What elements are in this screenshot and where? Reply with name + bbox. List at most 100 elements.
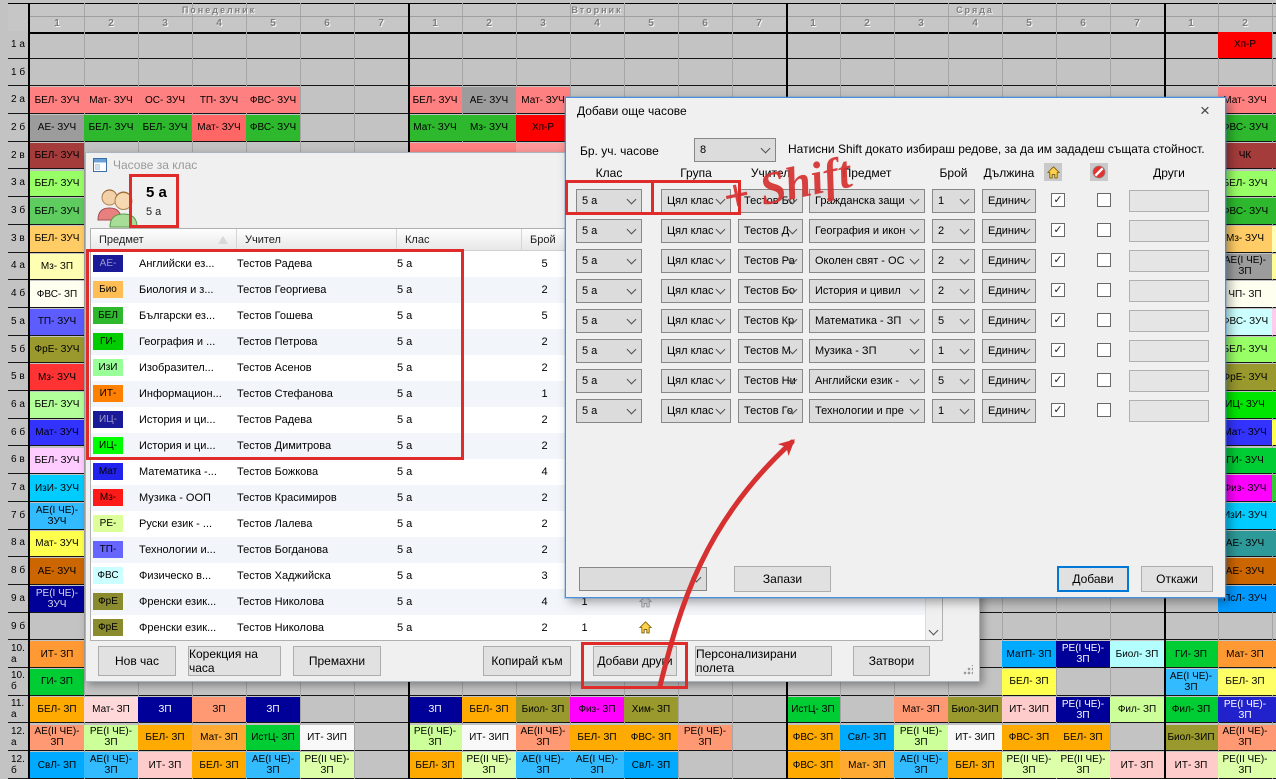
timetable-cell[interactable]: Мз- ЗУЧ [30,364,84,390]
timetable-cell[interactable]: ИТ- ЗИП [300,725,354,751]
timetable-cell[interactable]: РЕ(I ЧЕ)-ЗУЧ [30,586,84,612]
home-checkbox[interactable]: ✓ [1051,223,1065,237]
subject-select[interactable]: Музика - ЗП [809,339,925,363]
custom-fields-button[interactable]: Персонализирани полета [695,646,832,676]
subject-select[interactable]: Английски език - [809,369,925,393]
length-select[interactable]: Единич [982,369,1036,393]
timetable-cell[interactable]: ИстЦ- ЗП [786,697,840,723]
timetable-cell[interactable]: АЕ(II ЧЕ)-ЗП [1218,725,1272,751]
blocked-checkbox[interactable] [1097,223,1111,237]
other-input[interactable] [1129,340,1209,362]
hours-count-select[interactable]: 8 [694,138,776,162]
subject-select[interactable]: Гражданска защи [809,189,925,213]
teacher-select[interactable]: Тестов Ни [738,369,803,393]
close-button[interactable]: Затвори [853,646,930,676]
timetable-cell[interactable]: Мат- ЗУЧ [30,420,84,446]
length-select[interactable]: Единич [982,189,1036,213]
timetable-cell[interactable]: ФВС- ЗУЧ [246,115,300,141]
length-select[interactable]: Единич [982,309,1036,333]
timetable-cell[interactable]: ФВС- ЗП [786,752,840,778]
length-select[interactable]: Единич [982,219,1036,243]
timetable-cell[interactable]: АЕ(II ЧЕ)-ЗП [30,725,84,751]
timetable-cell[interactable]: РЕ(II ЧЕ)-ЗП [300,752,354,778]
timetable-cell[interactable] [1272,143,1276,169]
timetable-cell[interactable]: Мз- ЗУЧ [462,115,516,141]
length-select[interactable]: Единич [982,399,1036,423]
timetable-cell[interactable]: ГИ- ЗУЧ [1218,448,1272,474]
column-header-count[interactable]: Брой [522,229,567,251]
timetable-cell[interactable]: МатП- ЗП [1002,641,1056,667]
timetable-cell[interactable] [1272,448,1276,474]
timetable-cell[interactable]: ИТ- ЗП [30,641,84,667]
timetable-cell[interactable]: АЕ(I ЧЕ)-ЗП [570,752,624,778]
subject-select[interactable]: Околен свят - ОС [809,249,925,273]
column-header-teacher[interactable]: Учител [237,229,397,251]
class-select[interactable]: 5 а [576,309,642,333]
scroll-down-icon[interactable] [926,624,941,640]
timetable-cell[interactable]: Мат- ЗУЧ [192,115,246,141]
timetable-cell[interactable]: Мат- ЗУЧ [1218,420,1272,446]
timetable-cell[interactable] [1272,641,1276,667]
timetable-cell[interactable]: БЕЛ- ЗП [1056,725,1110,751]
timetable-cell[interactable]: БЕЛ- ЗУЧ [30,198,84,224]
blocked-checkbox[interactable] [1097,193,1111,207]
timetable-cell[interactable] [1272,171,1276,197]
length-select[interactable]: Единич [982,249,1036,273]
timetable-cell[interactable]: ЧК [1218,143,1272,169]
teacher-select[interactable]: Тестов Кр [738,309,803,333]
blocked-checkbox[interactable] [1097,283,1111,297]
timetable-cell[interactable]: РЕ(I ЧЕ)-ЗП [678,725,732,751]
timetable-cell[interactable] [1272,725,1276,751]
subject-select[interactable]: Технологии и пре [809,399,925,423]
timetable-cell[interactable]: БЕЛ- ЗП [948,752,1002,778]
home-checkbox[interactable]: ✓ [1051,283,1065,297]
timetable-cell[interactable]: БЕЛ- ЗП [1002,669,1056,695]
timetable-cell[interactable] [1272,226,1276,252]
other-input[interactable] [1129,310,1209,332]
timetable-cell[interactable]: СвЛ- ЗП [840,725,894,751]
class-select[interactable]: 5 а [576,279,642,303]
timetable-cell[interactable]: БЕЛ- ЗП [570,725,624,751]
timetable-cell[interactable]: СвЛ- ЗП [624,752,678,778]
add-others-button[interactable]: Добави други [593,646,677,676]
timetable-cell[interactable]: БЕЛ- ЗУЧ [30,226,84,252]
timetable-cell[interactable] [1272,364,1276,390]
timetable-cell[interactable]: ЗП [408,697,462,723]
teacher-select[interactable]: Тестов Д [738,219,803,243]
copy-to-button[interactable]: Копирай към [483,646,571,676]
timetable-cell[interactable]: БЕЛ- ЗП [1218,669,1272,695]
remove-button[interactable]: Премахни [293,646,381,676]
other-input[interactable] [1129,370,1209,392]
timetable-cell[interactable]: Мат- ЗУЧ [516,87,570,113]
subject-select[interactable]: География и икон [809,219,925,243]
group-select[interactable]: Цял клас [661,219,731,243]
timetable-cell[interactable] [1272,392,1276,418]
group-select[interactable]: Цял клас [661,189,731,213]
blocked-checkbox[interactable] [1097,253,1111,267]
timetable-cell[interactable] [1272,115,1276,141]
timetable-cell[interactable]: РЕ(II ЧЕ)-ЗП [1056,752,1110,778]
timetable-cell[interactable]: ИстЦ- ЗП [246,725,300,751]
timetable-cell[interactable]: ФВС- ЗУЧ [246,87,300,113]
teacher-select[interactable]: Тестов Ра [738,249,803,273]
timetable-cell[interactable]: АЕ- ЗУЧ [1218,558,1272,584]
home-checkbox[interactable]: ✓ [1051,193,1065,207]
save-button[interactable]: Запази [734,566,831,592]
timetable-cell[interactable]: ПсЛ- ЗУЧ [1218,586,1272,612]
timetable-cell[interactable]: Мат- ЗП [1218,641,1272,667]
footer-select[interactable] [579,567,707,591]
timetable-cell[interactable]: Фил- ЗП [1164,697,1218,723]
timetable-cell[interactable]: РЕ(II ЧЕ)-ЗП [462,752,516,778]
timetable-cell[interactable]: Хим- ЗП [624,697,678,723]
timetable-cell[interactable]: БЕЛ- ЗП [408,752,462,778]
timetable-cell[interactable]: АЕ(II ЧЕ)-ЗП [516,725,570,751]
timetable-cell[interactable]: БЕЛ- ЗУЧ [30,87,84,113]
edit-hour-button[interactable]: Корекция на часа [188,646,281,676]
timetable-cell[interactable]: ИТ- ЗП [1164,752,1218,778]
timetable-cell[interactable] [1272,697,1276,723]
timetable-cell[interactable]: Мат- ЗУЧ [1218,87,1272,113]
group-select[interactable]: Цял клас [661,339,731,363]
timetable-cell[interactable]: БЕЛ- ЗП [192,752,246,778]
timetable-cell[interactable]: ФВС- ЗП [786,725,840,751]
timetable-cell[interactable]: РЕ(II ЧЕ)-ЗП [1002,752,1056,778]
